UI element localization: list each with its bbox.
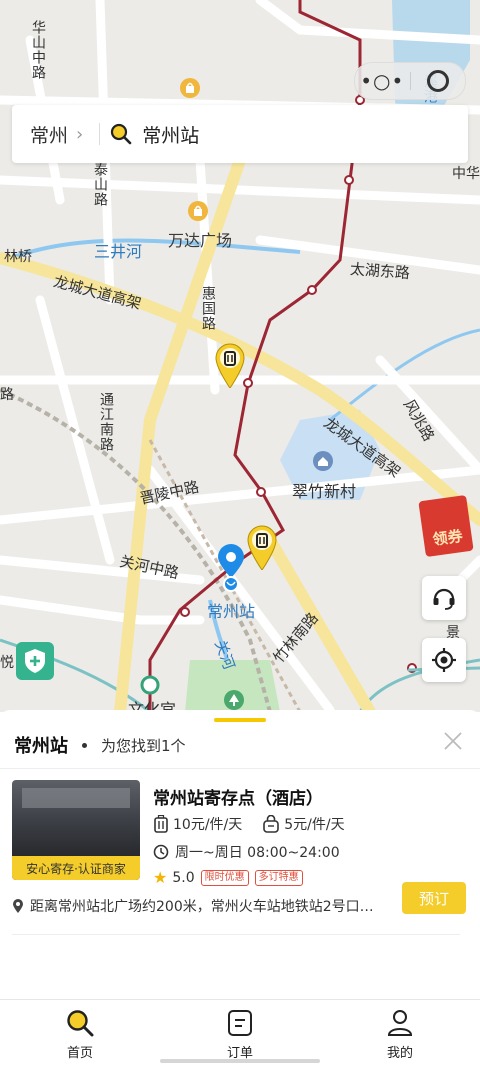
result-count: 为您找到1个 (101, 736, 186, 755)
book-button[interactable]: 预订 (402, 882, 466, 914)
certified-badge: 安心寄存·认证商家 (12, 856, 140, 880)
rating-row: ★ 5.0 限时优惠 多订特惠 (153, 868, 303, 887)
shopping-poi-icon (180, 78, 200, 98)
home-indicator (160, 1059, 320, 1063)
location-pin-icon (218, 544, 244, 592)
promo-tag: 限时优惠 (200, 869, 249, 886)
location-icon (13, 899, 23, 913)
map-label-station: 常州站 (207, 602, 256, 621)
crosshair-icon (432, 648, 456, 672)
miniprogram-capsule[interactable]: •○• (354, 62, 466, 100)
chevron-right-icon: › (76, 123, 84, 145)
results-sheet: 常州站 为您找到1个 安心寄存·认证商家 常州站寄存点（酒店） 10元/件/天 (0, 710, 480, 1000)
price-luggage: 10元/件/天 (173, 817, 243, 833)
map-label-yue: 悦 (0, 655, 14, 671)
business-hours: 周一~周日 08:00~24:00 (153, 842, 340, 862)
city-selector[interactable]: 常州 (30, 121, 68, 148)
map-label-huashan-road: 华山中路 (30, 20, 46, 80)
tab-profile-label: 我的 (386, 1046, 413, 1061)
sheet-drag-handle[interactable] (214, 718, 266, 722)
headset-icon (433, 588, 455, 610)
close-icon[interactable] (442, 730, 464, 752)
sheet-header: 常州站 为您找到1个 (14, 732, 186, 758)
close-miniprogram-icon[interactable] (410, 70, 465, 92)
address-text: 距离常州站北广场约200米，常州火车站地铁站2号口… (30, 899, 374, 915)
storage-thumbnail: 安心寄存·认证商家 (12, 780, 140, 880)
map-view[interactable]: 华山中路 泰山路 万达广场 三井河 林桥 龙城大道高架 惠国路 太湖东路 通江南… (0, 0, 480, 712)
clock-icon (153, 844, 169, 860)
insurance-shield-button[interactable] (16, 642, 54, 680)
storage-result-card[interactable]: 安心寄存·认证商家 常州站寄存点（酒店） 10元/件/天 5元/件/天 周一~周… (12, 780, 468, 930)
order-icon (228, 1010, 252, 1036)
station-name: 常州站 (14, 736, 68, 757)
price-bag: 5元/件/天 (284, 817, 345, 833)
promo-tag: 多订特惠 (254, 869, 303, 886)
tab-home-label: 首页 (66, 1046, 93, 1061)
bottom-tab-bar: 首页 订单 我的 (0, 999, 480, 1067)
shield-plus-icon (25, 649, 45, 673)
star-icon: ★ (153, 868, 168, 887)
coupon-label: 领券 (431, 526, 464, 549)
coupon-red-packet-button[interactable]: 领券 (418, 494, 474, 558)
map-label-linqiao: 林桥 (4, 249, 32, 265)
address-row: 距离常州站北广场约200米，常州火车站地铁站2号口… (12, 896, 392, 916)
search-icon (111, 123, 132, 145)
search-query[interactable]: 常州站 (142, 121, 199, 148)
rating-value: 5.0 (172, 869, 195, 886)
map-label-road-left: 路 (0, 387, 14, 403)
suitcase-icon (154, 815, 168, 833)
profile-icon (387, 1010, 413, 1036)
map-label-taihu-east-road: 太湖东路 (349, 260, 411, 283)
tab-profile[interactable]: 我的 (320, 1000, 480, 1067)
tab-orders[interactable]: 订单 (160, 1000, 320, 1067)
storage-title: 常州站寄存点（酒店） (153, 789, 323, 809)
map-label-sanjinghe: 三井河 (94, 242, 143, 261)
hours-text: 周一~周日 08:00~24:00 (175, 845, 340, 861)
map-label-wanda: 万达广场 (168, 231, 233, 250)
bag-icon (263, 815, 280, 833)
tab-home[interactable]: 首页 (0, 1000, 160, 1067)
more-menu-icon[interactable]: •○• (355, 69, 410, 93)
park-poi-icon (224, 690, 244, 710)
map-label-zhonghua: 中华 (452, 166, 480, 182)
price-row: 10元/件/天 5元/件/天 (153, 814, 365, 834)
search-icon (67, 1010, 94, 1037)
luggage-pin-icon[interactable] (246, 524, 278, 570)
map-label-taishan-road: 泰山路 (92, 162, 108, 207)
customer-service-button[interactable] (422, 576, 466, 620)
locate-me-button[interactable] (422, 638, 466, 682)
map-label-huiguo-road: 惠国路 (200, 286, 216, 331)
status-bar (60, 12, 390, 32)
map-label-tongjiang-south-road: 通江南路 (98, 392, 114, 452)
map-label-cuizhu: 翠竹新村 (292, 482, 357, 501)
residence-poi-icon (313, 451, 333, 471)
luggage-pin-icon[interactable] (214, 342, 246, 388)
mall-poi-icon (188, 201, 208, 221)
search-bar[interactable]: 常州 › 常州站 (12, 105, 468, 163)
